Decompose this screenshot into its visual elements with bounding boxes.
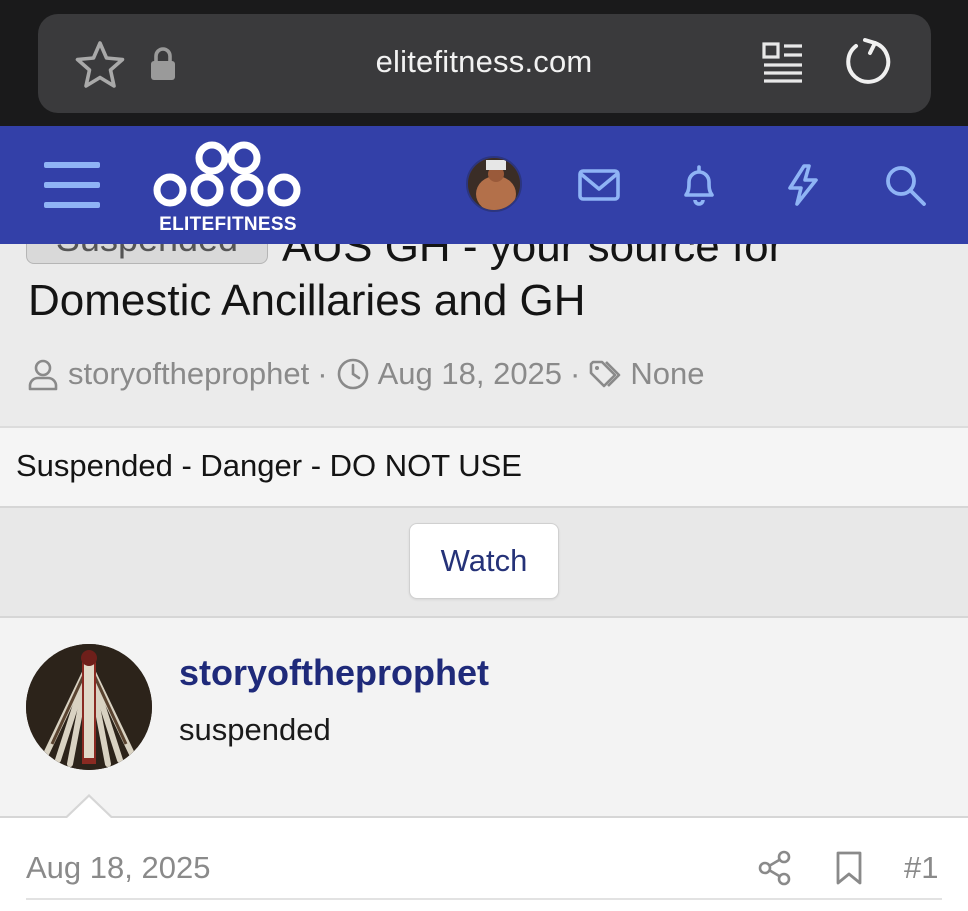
browser-toolbar: elitefitness.com <box>0 0 968 126</box>
post-number-link[interactable]: #1 <box>904 850 938 886</box>
reader-mode-icon[interactable] <box>760 40 806 86</box>
whats-new-bolt-icon[interactable] <box>780 162 826 208</box>
thread-title-area: Suspended AUS GH - your source for Domes… <box>0 244 968 426</box>
tags-icon <box>590 360 621 388</box>
user-icon <box>28 359 58 391</box>
meta-separator: · <box>570 356 581 391</box>
post-author-avatar[interactable] <box>26 644 152 770</box>
notice-text: Suspended - Danger - DO NOT USE <box>16 448 522 483</box>
url-text[interactable]: elitefitness.com <box>0 44 968 80</box>
headdress-avatar-image <box>26 644 152 770</box>
bookmark-icon[interactable] <box>834 850 864 886</box>
thread-title-line-1: AUS GH - your source for <box>282 244 784 271</box>
hamburger-menu-icon[interactable] <box>44 162 100 208</box>
post-meta-bar: Aug 18, 2025 #1 <box>0 816 968 911</box>
meta-separator: · <box>317 356 328 391</box>
thread-status-notice: Suspended - Danger - DO NOT USE <box>0 426 968 508</box>
site-header: ELITEFITNESS <box>0 126 968 244</box>
watch-button[interactable]: Watch <box>409 523 559 599</box>
post-meta-divider <box>26 898 942 900</box>
reload-icon[interactable] <box>840 34 896 90</box>
thread-date-link[interactable]: Aug 18, 2025 <box>378 356 562 392</box>
inbox-icon[interactable] <box>576 162 622 208</box>
logo-text: ELITEFITNESS <box>159 214 297 235</box>
thread-meta: storyoftheprophet · Aug 18, 2025 · None <box>26 354 704 394</box>
share-icon[interactable] <box>757 850 793 886</box>
post-date-link[interactable]: Aug 18, 2025 <box>26 850 210 886</box>
avatar-image <box>468 158 520 210</box>
thread-tags: None <box>630 356 705 391</box>
post-author-title: suspended <box>179 712 331 747</box>
search-icon[interactable] <box>882 162 928 208</box>
thread-actions: Watch <box>0 508 968 618</box>
post-arrow-notch-inner <box>66 797 112 819</box>
thread-author-link[interactable]: storyoftheprophet <box>68 356 309 392</box>
post-user-block: storyoftheprophet suspended <box>0 618 968 816</box>
site-logo[interactable]: ELITEFITNESS <box>150 138 306 236</box>
post-author-username[interactable]: storyoftheprophet <box>179 652 489 694</box>
thread-prefix-badge: Suspended <box>26 244 268 264</box>
alerts-bell-icon[interactable] <box>676 162 722 208</box>
logo-rings-icon <box>153 141 301 207</box>
clock-icon <box>337 358 368 390</box>
user-avatar[interactable] <box>466 156 522 212</box>
thread-title: Domestic Ancillaries and GH <box>28 276 586 325</box>
